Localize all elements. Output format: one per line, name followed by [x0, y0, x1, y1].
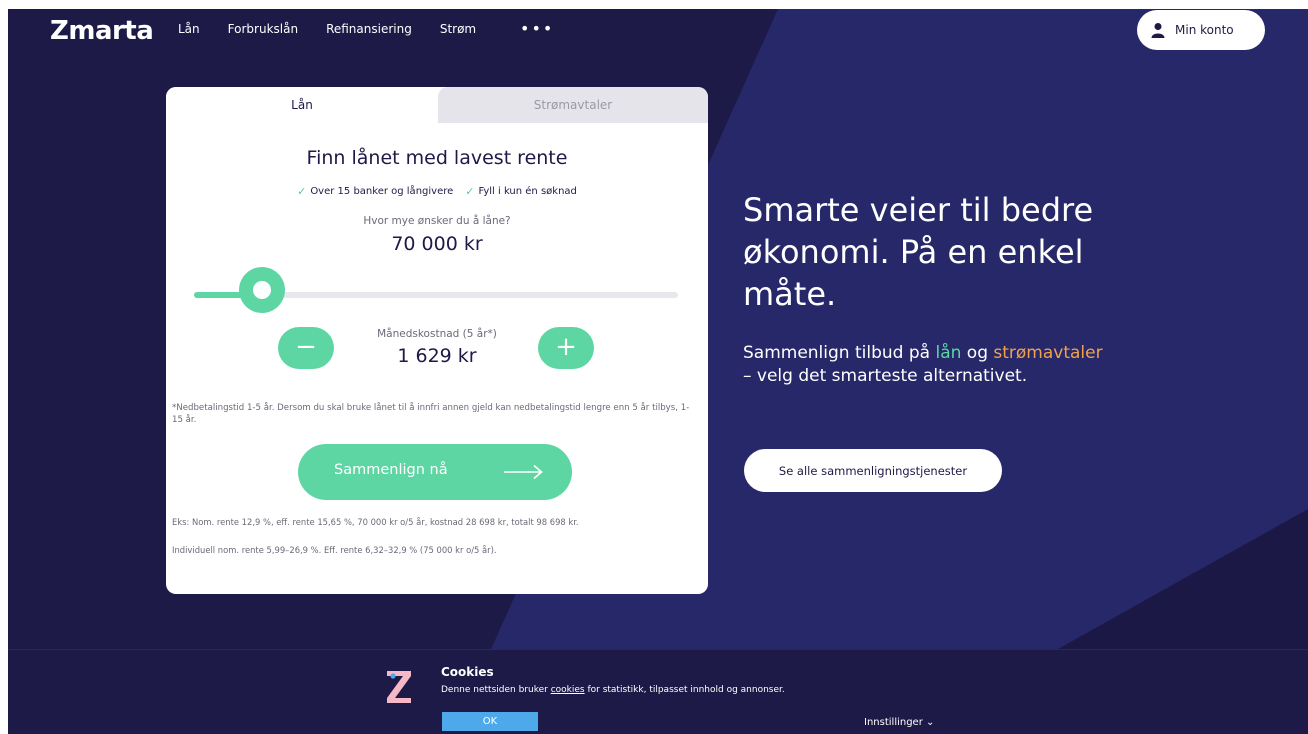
amount-question: Hvor mye ønsker du å låne? [363, 215, 511, 227]
interest-range-note: Individuell nom. rente 5,99–26,9 %. Eff.… [172, 545, 497, 555]
usp-label: Over 15 banker og långivere [310, 186, 454, 197]
nav-item-strom[interactable]: Strøm [440, 22, 476, 36]
check-icon: ✓ [297, 185, 307, 198]
main-nav: Lån Forbrukslån Refinansiering Strøm [178, 22, 504, 36]
monthly-cost-value: 1 629 kr [397, 345, 477, 367]
hero-link-lan[interactable]: lån [935, 343, 961, 363]
hero-subtitle-and: og [961, 343, 994, 363]
hero-subtitle: Sammenlign tilbud på lån og strømavtaler… [743, 342, 1103, 388]
page-stage: Zmarta Lån Forbrukslån Refinansiering St… [8, 9, 1308, 734]
more-menu-button[interactable]: ••• [520, 19, 554, 38]
cookie-banner: Cookies Denne nettsiden bruker cookies f… [8, 649, 1308, 734]
nav-item-forbrukslan[interactable]: Forbrukslån [228, 22, 298, 36]
usp-item: ✓ Fyll i kun én søknad [465, 185, 577, 198]
nav-item-refinansiering[interactable]: Refinansiering [326, 22, 412, 36]
zmarta-logo[interactable]: Zmarta [50, 16, 154, 46]
cookie-text: Denne nettsiden bruker cookies for stati… [441, 685, 785, 695]
hero-link-stromavtaler[interactable]: strømavtaler [993, 343, 1102, 363]
top-navigation: Zmarta Lån Forbrukslån Refinansiering St… [8, 9, 1308, 51]
compare-now-button[interactable]: Sammenlign nå [298, 444, 572, 500]
loan-amount-value: 70 000 kr [391, 233, 483, 255]
all-comparison-services-button[interactable]: Se alle sammenligningstjenester [744, 449, 1002, 492]
usp-label: Fyll i kun én søknad [478, 186, 577, 197]
cookie-text-suffix: for statistikk, tilpasset innhold og ann… [584, 685, 785, 695]
compare-now-label: Sammenlign nå [334, 462, 448, 478]
cookie-settings-button[interactable]: Innstillinger ⌄ [864, 717, 934, 728]
representative-example: Eks: Nom. rente 12,9 %, eff. rente 15,65… [172, 517, 579, 527]
my-account-label: Min konto [1175, 23, 1234, 37]
calculator-title: Finn lånet med lavest rente [306, 147, 568, 169]
my-account-button[interactable]: Min konto [1137, 10, 1265, 50]
check-icon: ✓ [465, 185, 475, 198]
nav-item-lan[interactable]: Lån [178, 22, 200, 36]
hero-subtitle-suffix: – velg det smarteste alternativet. [743, 366, 1028, 386]
calculator-tabs: Lån Strømavtaler [166, 87, 708, 123]
tab-lan[interactable]: Lån [166, 87, 438, 123]
cookie-ok-button[interactable]: OK [442, 712, 538, 731]
tab-stromavtaler[interactable]: Strømavtaler [438, 87, 708, 123]
increase-amount-button[interactable]: + [538, 327, 594, 369]
zmarta-z-icon [387, 671, 411, 703]
user-icon [1151, 23, 1165, 38]
cookies-link[interactable]: cookies [551, 685, 585, 695]
hero-title: Smarte veier til bedre økonomi. På en en… [743, 191, 1094, 313]
usp-item: ✓ Over 15 banker og långivere [297, 185, 453, 198]
loan-calculator-card: Lån Strømavtaler Finn lånet med lavest r… [166, 87, 708, 594]
cookie-title: Cookies [441, 665, 494, 679]
monthly-cost-label: Månedskostnad (5 år*) [377, 328, 497, 340]
cookie-text-prefix: Denne nettsiden bruker [441, 685, 551, 695]
usp-list: ✓ Over 15 banker og långivere ✓ Fyll i k… [166, 185, 708, 198]
repayment-footnote: *Nedbetalingstid 1-5 år. Dersom du skal … [172, 403, 690, 425]
arrow-right-icon [504, 464, 543, 480]
hero-subtitle-prefix: Sammenlign tilbud på [743, 343, 936, 363]
loan-amount-slider-handle[interactable] [238, 267, 285, 313]
